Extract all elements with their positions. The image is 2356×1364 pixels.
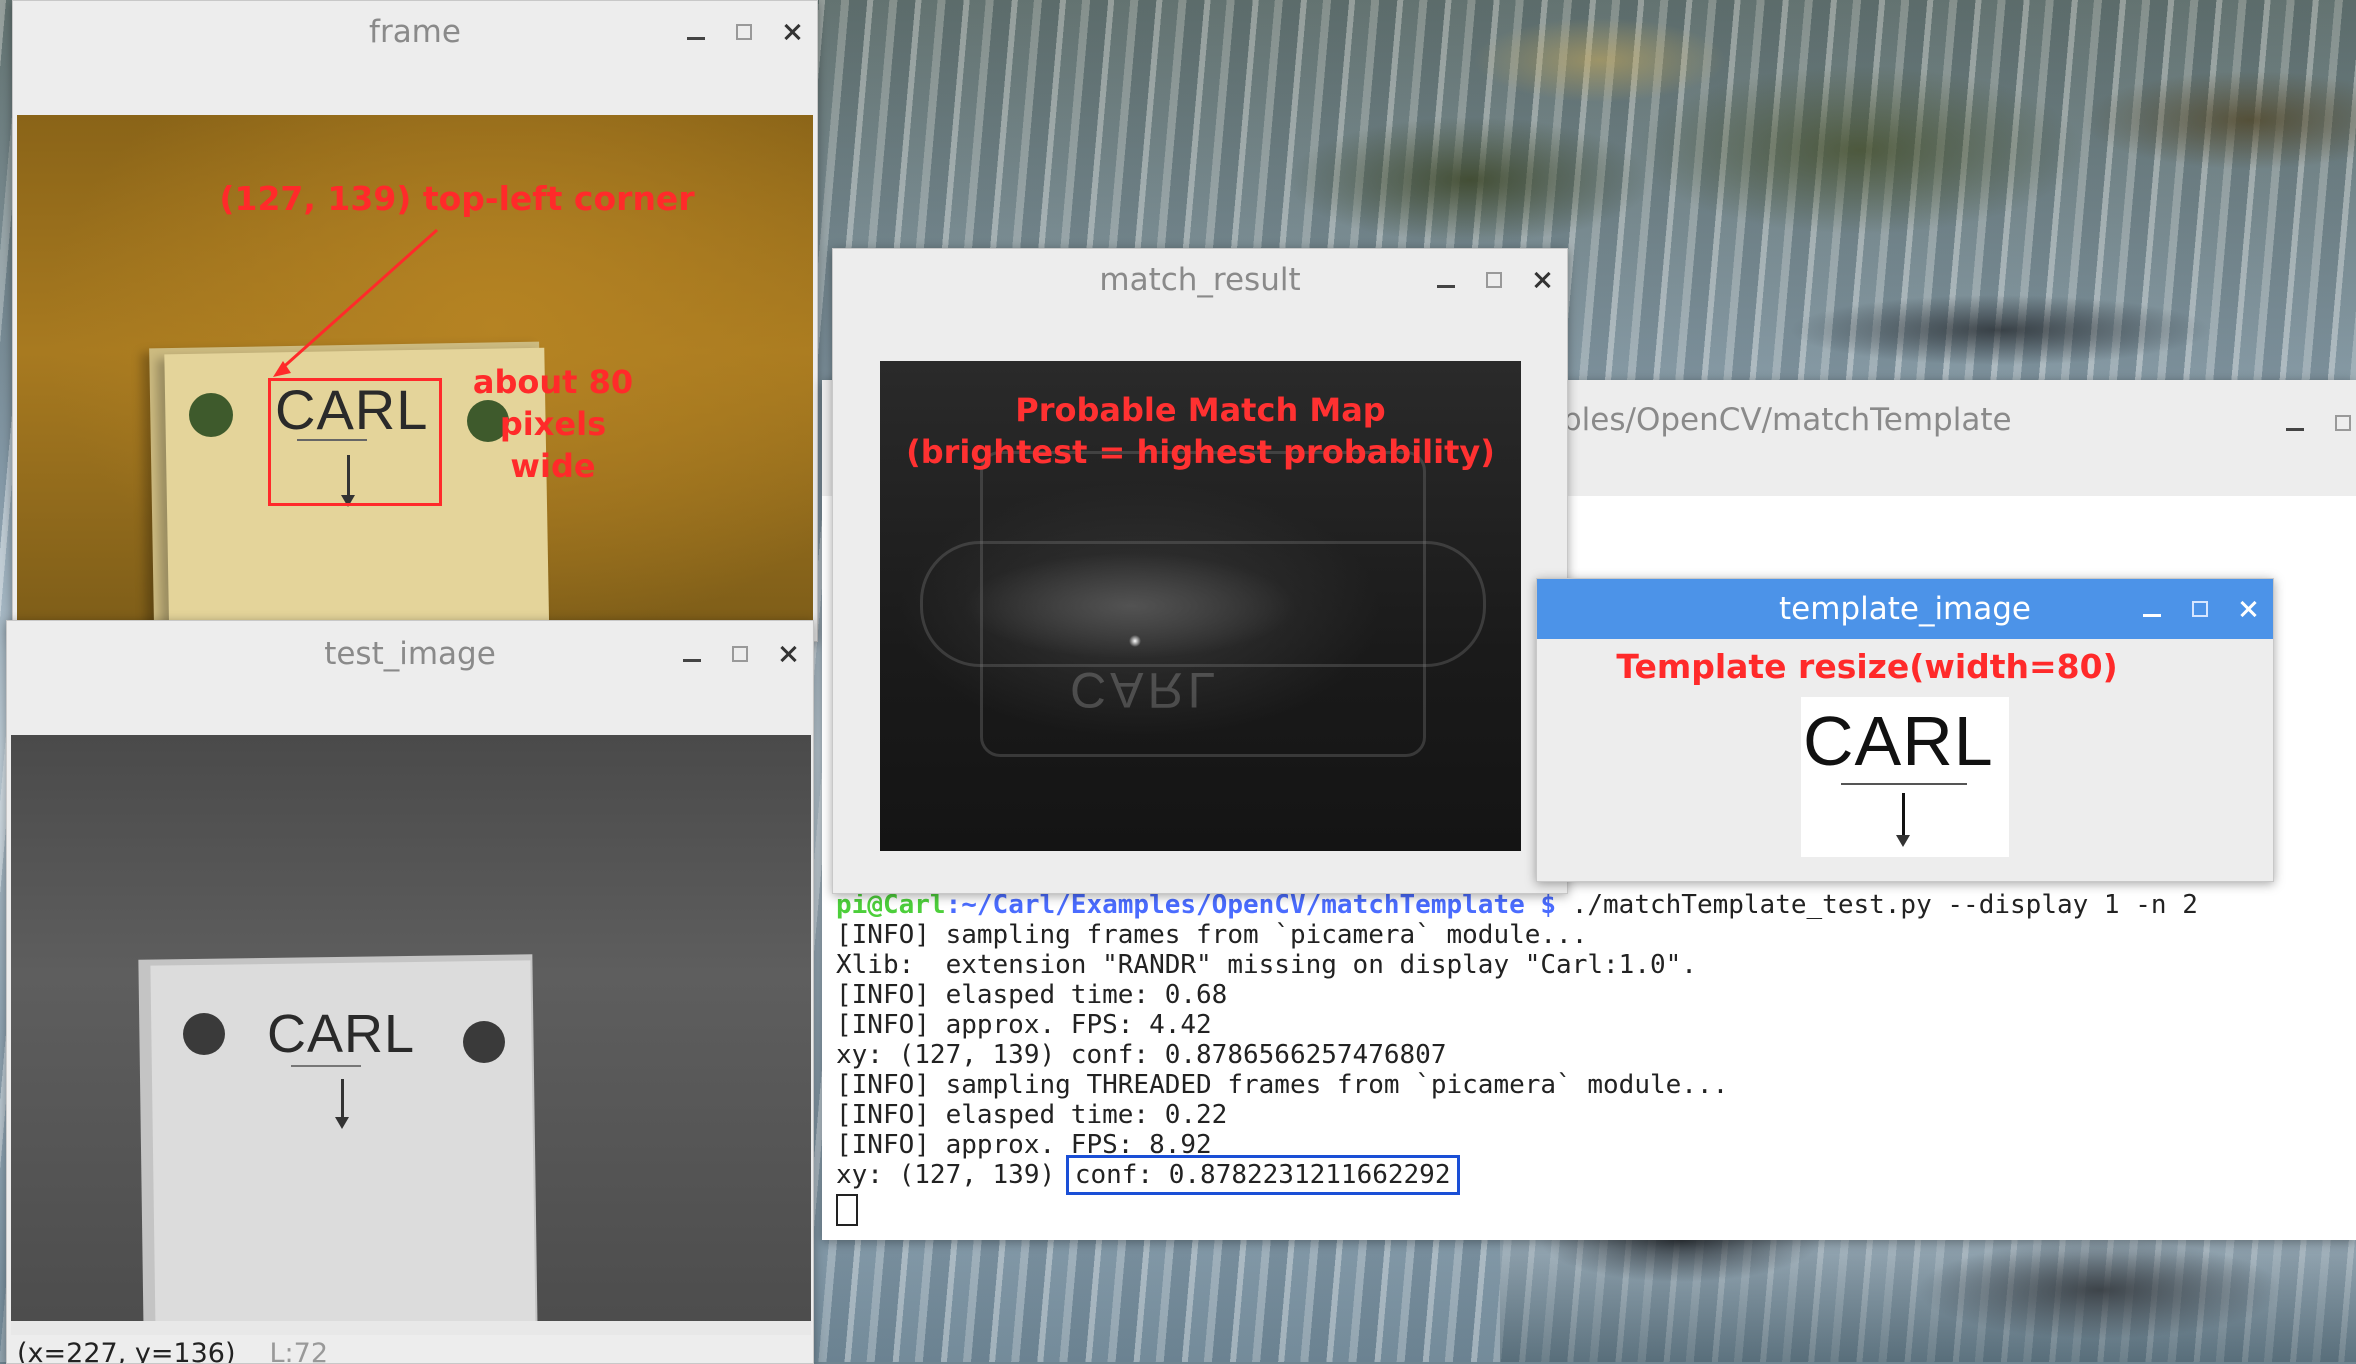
width-annotation-line3: wide (510, 447, 596, 485)
minimize-icon[interactable] (1435, 269, 1457, 291)
image-statusbar: (x=227, y=136) L:72 (7, 1333, 813, 1363)
gray-card-dot-left (183, 1013, 225, 1055)
match-map-annotation: Probable Match Map (brightest = highest … (880, 389, 1521, 473)
maximize-icon[interactable] (729, 643, 751, 665)
corner-annotation: (127, 139) top-left corner (219, 179, 695, 218)
test-image-window[interactable]: test_image CARL (x=227, y=136) L:72 (6, 620, 814, 1364)
minimize-icon[interactable] (2141, 598, 2163, 620)
gray-card-carl-text: CARL (267, 1004, 416, 1064)
command-text: ./matchTemplate_test.py --display 1 -n 2 (1556, 890, 2198, 920)
template-image-window-title: template_image (1779, 591, 2031, 627)
status-pixel-value: L:72 (269, 1338, 329, 1363)
close-icon[interactable] (781, 21, 803, 43)
terminal-line: Xlib: extension "RANDR" missing on displ… (836, 950, 1697, 980)
frame-titlebar[interactable]: frame (13, 1, 817, 63)
width-annotation-line1: about 80 (472, 363, 634, 401)
frame-window[interactable]: frame CARL (127, 139) top-left corner ab… (12, 0, 818, 642)
gray-card-dot-right (463, 1021, 505, 1063)
match-result-window[interactable]: match_result CARL Probable Match Map (br… (832, 248, 1568, 894)
maximize-icon[interactable] (1483, 269, 1505, 291)
maximize-icon[interactable] (733, 21, 755, 43)
test-image-window-title: test_image (324, 636, 496, 672)
template-carl-text: CARL (1803, 702, 1994, 780)
status-coordinates: (x=227, y=136) (17, 1338, 236, 1363)
terminal-output[interactable]: pi@Carl:~/Carl/Examples/OpenCV/matchTemp… (836, 890, 2356, 1226)
grayscale-test-image: CARL (11, 735, 811, 1335)
camera-frame-image: CARL (127, 139) top-left corner about 80… (17, 115, 813, 641)
frame-window-controls (685, 1, 803, 63)
template-arrow (1896, 793, 1910, 847)
match-result-window-controls (1435, 249, 1553, 311)
prompt-path: :~/Carl/Examples/OpenCV/matchTemplate $ (945, 890, 1557, 920)
maximize-icon[interactable] (2332, 412, 2354, 434)
close-icon[interactable] (2237, 598, 2259, 620)
prompt-user: pi@Carl (836, 890, 946, 920)
match-map-annotation-line2: (brightest = highest probability) (906, 433, 1495, 471)
gray-card-arrow (335, 1079, 349, 1129)
terminal-window-controls (2284, 380, 2354, 466)
map-ghost-band (920, 541, 1486, 667)
gray-card-subtitle (291, 1065, 361, 1067)
close-icon[interactable] (1531, 269, 1553, 291)
terminal-line: [INFO] elasped time: 0.22 (836, 1100, 1228, 1130)
width-annotation: about 80 pixels wide (443, 361, 663, 487)
match-map-annotation-line1: Probable Match Map (1015, 391, 1386, 429)
template-image-window-controls (2141, 579, 2259, 639)
match-result-titlebar[interactable]: match_result (833, 249, 1567, 311)
terminal-cursor[interactable] (836, 1194, 858, 1226)
width-annotation-line2: pixels (499, 405, 607, 443)
match-probability-map: CARL Probable Match Map (brightest = hig… (880, 361, 1521, 851)
test-image-window-controls (681, 621, 799, 687)
template-image-window[interactable]: template_image Template resize(width=80)… (1536, 578, 2274, 882)
terminal-line: [INFO] sampling THREADED frames from `pi… (836, 1070, 1729, 1100)
minimize-icon[interactable] (2284, 412, 2306, 434)
template-image: CARL (1801, 697, 2009, 857)
terminal-line: [INFO] elasped time: 0.68 (836, 980, 1228, 1010)
terminal-line: [INFO] sampling frames from `picamera` m… (836, 920, 1588, 950)
terminal-line: xy: (127, 139) conf: 0.8786566257476807 (836, 1040, 1447, 1070)
close-icon[interactable] (777, 643, 799, 665)
confidence-highlight: conf: 0.8782231211662292 (1065, 1155, 1460, 1195)
terminal-line: [INFO] approx. FPS: 8.92 (836, 1130, 1212, 1160)
test-image-titlebar[interactable]: test_image (7, 621, 813, 687)
map-ghost-text: CARL (1070, 662, 1220, 718)
template-annotation: Template resize(width=80) (1616, 647, 2118, 686)
terminal-window-title: ples/OpenCV/matchTemplate (1562, 402, 2012, 438)
template-subtitle (1841, 783, 1967, 785)
template-image-titlebar[interactable]: template_image (1537, 579, 2273, 639)
maximize-icon[interactable] (2189, 598, 2211, 620)
minimize-icon[interactable] (681, 643, 703, 665)
terminal-line: [INFO] approx. FPS: 4.42 (836, 1010, 1212, 1040)
match-result-window-title: match_result (1099, 262, 1301, 298)
minimize-icon[interactable] (685, 21, 707, 43)
frame-window-title: frame (369, 14, 461, 50)
terminal-last-line-prefix: xy: (127, 139) (836, 1160, 1071, 1190)
